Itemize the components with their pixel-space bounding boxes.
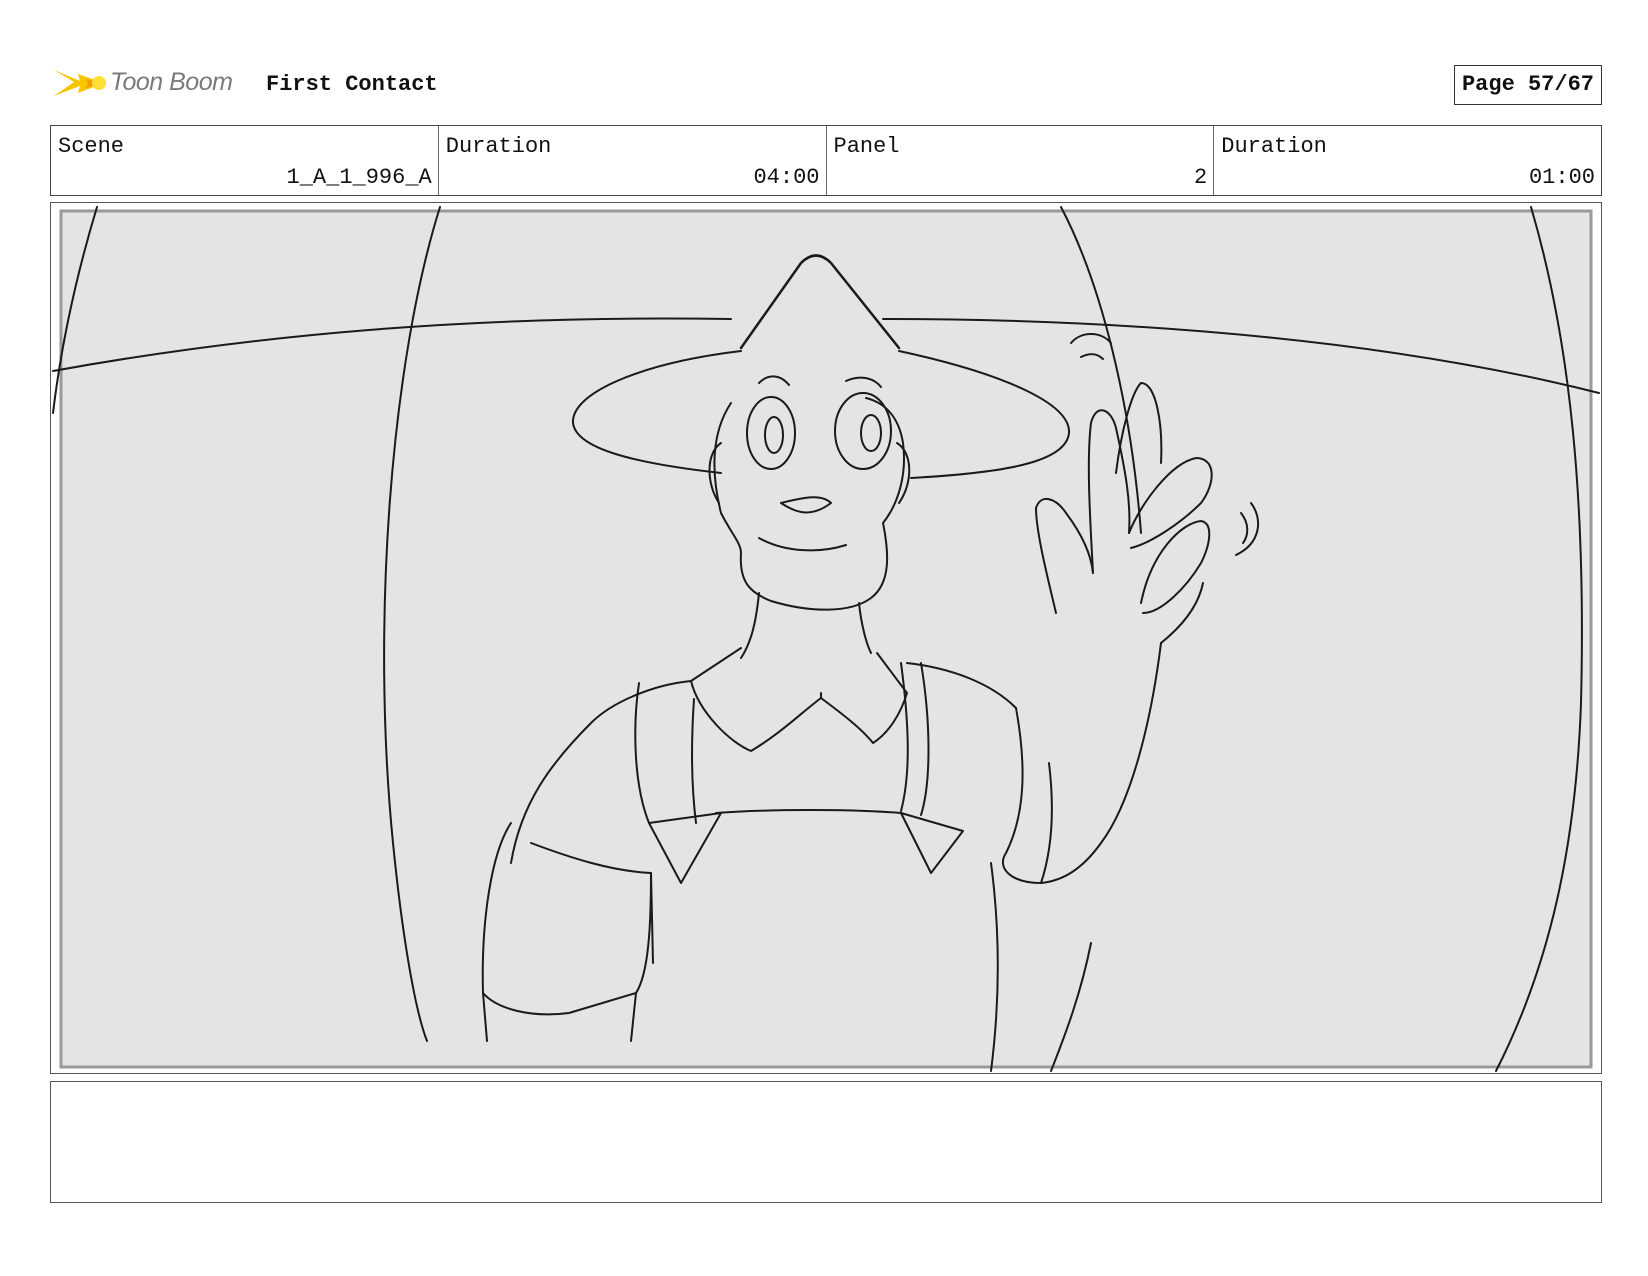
- storyboard-sketch-image: [52, 206, 1600, 1072]
- panel-label: Panel: [833, 134, 900, 159]
- panel-value: 2: [1194, 165, 1208, 190]
- sunburst-icon: [54, 70, 106, 96]
- panel-duration-cell: Duration 01:00: [1214, 126, 1601, 195]
- panel-duration-value: 01:00: [1528, 165, 1595, 190]
- scene-duration-cell: Duration 04:00: [439, 126, 827, 195]
- toon-boom-logo: Toon Boom: [52, 60, 252, 106]
- panel-frame: [50, 202, 1602, 1074]
- scene-value: 1_A_1_996_A: [286, 165, 432, 190]
- scene-duration-value: 04:00: [753, 165, 820, 190]
- scene-duration-label: Duration: [445, 134, 552, 159]
- page-number: Page 57/67: [1453, 65, 1602, 105]
- scene-label: Scene: [58, 134, 125, 159]
- panel-cell: Panel 2: [827, 126, 1215, 195]
- storyboard-header: Toon Boom First Contact Page 57/67: [50, 58, 1602, 108]
- scene-cell: Scene 1_A_1_996_A: [51, 126, 439, 195]
- panel-duration-label: Duration: [1221, 134, 1327, 159]
- project-title: First Contact: [266, 72, 438, 97]
- panel-notes-box: [50, 1081, 1602, 1203]
- panel-info-row: Scene 1_A_1_996_A Duration 04:00 Panel 2…: [50, 125, 1602, 196]
- logo-text: Toon Boom: [110, 68, 233, 96]
